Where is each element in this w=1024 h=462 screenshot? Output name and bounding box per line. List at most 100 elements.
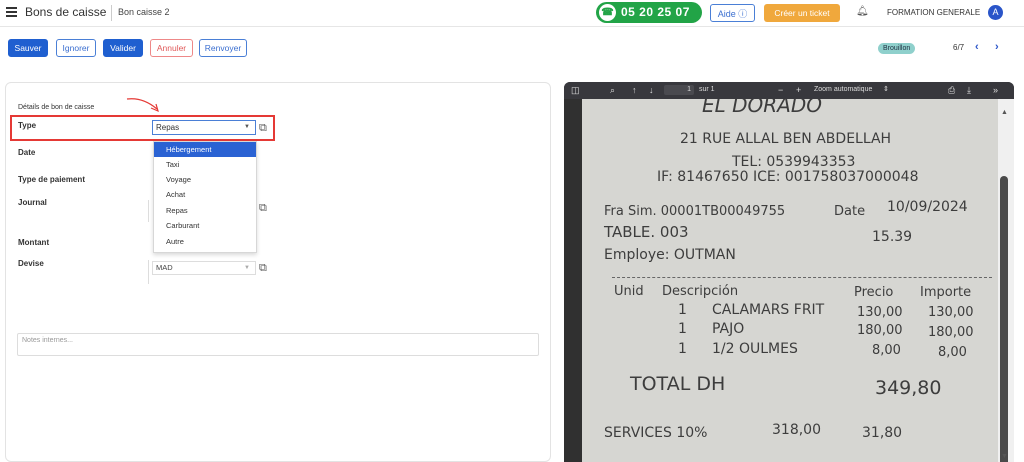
receipt-address: 21 RUE ALLAL BEN ABDELLAH bbox=[680, 131, 892, 147]
breadcrumb: Bon caisse 2 bbox=[118, 7, 170, 17]
type-select[interactable]: Repas ▼ bbox=[152, 120, 256, 135]
item-price: 8,00 bbox=[872, 343, 901, 358]
item-desc: 1/2 OULMES bbox=[712, 341, 798, 357]
field-border bbox=[148, 200, 149, 222]
divider bbox=[111, 5, 112, 21]
receipt-services-value: 31,80 bbox=[862, 425, 903, 441]
headset-icon: ☎ bbox=[599, 4, 616, 21]
page-total: sur 1 bbox=[699, 86, 715, 93]
chevron-updown-icon: ⇕ bbox=[883, 86, 889, 93]
receipt-services-label: SERVICES 10% bbox=[604, 425, 708, 441]
dropdown-option[interactable]: Autre bbox=[154, 234, 256, 249]
item-desc: PAJO bbox=[712, 321, 745, 337]
avatar[interactable]: A bbox=[988, 5, 1003, 20]
pdf-viewer: ◫ ⌕ ↑ ↓ 1 sur 1 − + Zoom automatique ⇕ ⎙… bbox=[564, 82, 1014, 462]
date-label: Date bbox=[18, 148, 36, 157]
chevron-right-icon[interactable]: › bbox=[995, 41, 999, 53]
type-value: Repas bbox=[156, 123, 180, 132]
search-icon[interactable]: ⌕ bbox=[610, 85, 615, 96]
receipt-col-desc: Descripción bbox=[662, 284, 739, 299]
status-badge: Brouillon bbox=[878, 43, 916, 54]
amount-label: Montant bbox=[18, 238, 50, 247]
item-qty: 1 bbox=[678, 321, 687, 337]
zoom-out-icon[interactable]: − bbox=[778, 85, 783, 95]
dropdown-option[interactable]: Repas bbox=[154, 203, 256, 218]
page-number-input[interactable]: 1 bbox=[664, 85, 694, 95]
create-ticket-button[interactable]: Créer un ticket bbox=[764, 4, 840, 22]
currency-value: MAD bbox=[156, 263, 173, 272]
receipt-tel: TEL: 0539943353 bbox=[732, 154, 856, 170]
external-link-icon[interactable]: ⧉ bbox=[259, 202, 267, 215]
aide-button[interactable]: Aide ⓘ bbox=[710, 4, 755, 22]
receipt-fra-sim: Fra Sim. 00001TB00049755 bbox=[604, 204, 786, 219]
receipt-col-importe: Importe bbox=[920, 285, 972, 300]
arrow-up-icon[interactable]: ↑ bbox=[632, 85, 637, 95]
type-label: Type bbox=[18, 121, 37, 130]
company-name[interactable]: FORMATION GENERALE bbox=[887, 8, 980, 17]
receipt-total-label: TOTAL DH bbox=[630, 373, 726, 395]
item-desc: CALAMARS FRIT bbox=[712, 302, 825, 318]
item-price: 130,00 bbox=[857, 305, 903, 320]
receipt-date: 10/09/2024 bbox=[887, 199, 968, 215]
receipt-employee: Employe: OUTMAN bbox=[604, 247, 736, 263]
arrow-down-icon[interactable]: ↓ bbox=[649, 85, 654, 95]
receipt-image: EL DORADO 21 RUE ALLAL BEN ABDELLAH TEL:… bbox=[582, 99, 1000, 462]
receipt-time: 15.39 bbox=[872, 229, 913, 245]
currency-label: Devise bbox=[18, 259, 44, 268]
dropdown-option[interactable]: Achat bbox=[154, 187, 256, 202]
external-link-icon[interactable]: ⧉ bbox=[259, 262, 267, 275]
receipt-total-value: 349,80 bbox=[875, 377, 942, 399]
receipt-col-precio: Precio bbox=[854, 285, 894, 300]
dropdown-option[interactable]: Voyage bbox=[154, 172, 256, 187]
annotation-arrow bbox=[126, 98, 159, 113]
phone-number: 05 20 25 07 07 bbox=[621, 5, 690, 40]
dropdown-option[interactable]: Hébergement bbox=[154, 142, 256, 157]
field-border bbox=[148, 260, 149, 284]
payment-type-label: Type de paiement bbox=[18, 175, 85, 184]
app-title[interactable]: Bons de caisse bbox=[25, 5, 106, 19]
dropdown-option[interactable]: Taxi bbox=[154, 157, 256, 172]
receipt-date-label: Date bbox=[834, 204, 866, 219]
chevron-left-icon[interactable]: ‹ bbox=[975, 41, 979, 53]
zoom-select[interactable]: Zoom automatique bbox=[814, 86, 872, 93]
zoom-in-icon[interactable]: + bbox=[796, 85, 801, 95]
item-qty: 1 bbox=[678, 341, 687, 357]
menu-icon[interactable] bbox=[6, 7, 17, 17]
caret-down-icon: ▼ bbox=[244, 124, 250, 130]
receipt-services-base: 318,00 bbox=[772, 422, 821, 438]
cancel-button[interactable]: Annuler bbox=[150, 39, 193, 57]
ignore-button[interactable]: Ignorer bbox=[56, 39, 96, 57]
print-icon[interactable]: ⎙ bbox=[948, 85, 955, 96]
phone-button[interactable]: ☎ 05 20 25 07 07 bbox=[596, 2, 702, 40]
item-amount: 8,00 bbox=[938, 345, 967, 360]
item-qty: 1 bbox=[678, 302, 687, 318]
receipt-table: TABLE. 003 bbox=[604, 223, 689, 241]
receipt-separator bbox=[612, 277, 992, 278]
receipt-ice: IF: 81467650 ICE: 001758037000048 bbox=[657, 169, 919, 185]
more-tools-icon[interactable]: » bbox=[993, 85, 998, 95]
section-title: Détails de bon de caisse bbox=[18, 104, 95, 111]
download-icon[interactable]: ⤓ bbox=[967, 85, 971, 96]
type-dropdown: Hébergement Taxi Voyage Achat Repas Carb… bbox=[153, 141, 257, 253]
caret-down-icon: ▼ bbox=[244, 265, 250, 271]
scrollbar-thumb[interactable] bbox=[1000, 176, 1008, 462]
dropdown-option[interactable]: Carburant bbox=[154, 218, 256, 233]
notes-field[interactable]: Notes internes... bbox=[17, 333, 539, 356]
help-icon: ⓘ bbox=[738, 9, 748, 19]
currency-select[interactable]: MAD ▼ bbox=[152, 261, 256, 275]
receipt-shop: EL DORADO bbox=[702, 99, 822, 117]
journal-label: Journal bbox=[18, 198, 47, 207]
item-price: 180,00 bbox=[857, 323, 903, 338]
pager: 6/7 bbox=[953, 43, 965, 52]
sidebar-toggle-icon[interactable]: ◫ bbox=[571, 85, 580, 96]
external-link-icon[interactable]: ⧉ bbox=[259, 122, 267, 135]
receipt-col-unid: Unid bbox=[614, 284, 644, 299]
item-amount: 180,00 bbox=[928, 325, 974, 340]
resend-button[interactable]: Renvoyer bbox=[199, 39, 247, 57]
bell-icon[interactable]: 🔔︎ bbox=[856, 6, 869, 17]
aide-label: Aide bbox=[717, 9, 736, 19]
item-amount: 130,00 bbox=[928, 305, 974, 320]
scroll-up-icon[interactable]: ▲ bbox=[1001, 109, 1008, 116]
validate-button[interactable]: Valider bbox=[103, 39, 143, 57]
save-button[interactable]: Sauver bbox=[8, 39, 48, 57]
